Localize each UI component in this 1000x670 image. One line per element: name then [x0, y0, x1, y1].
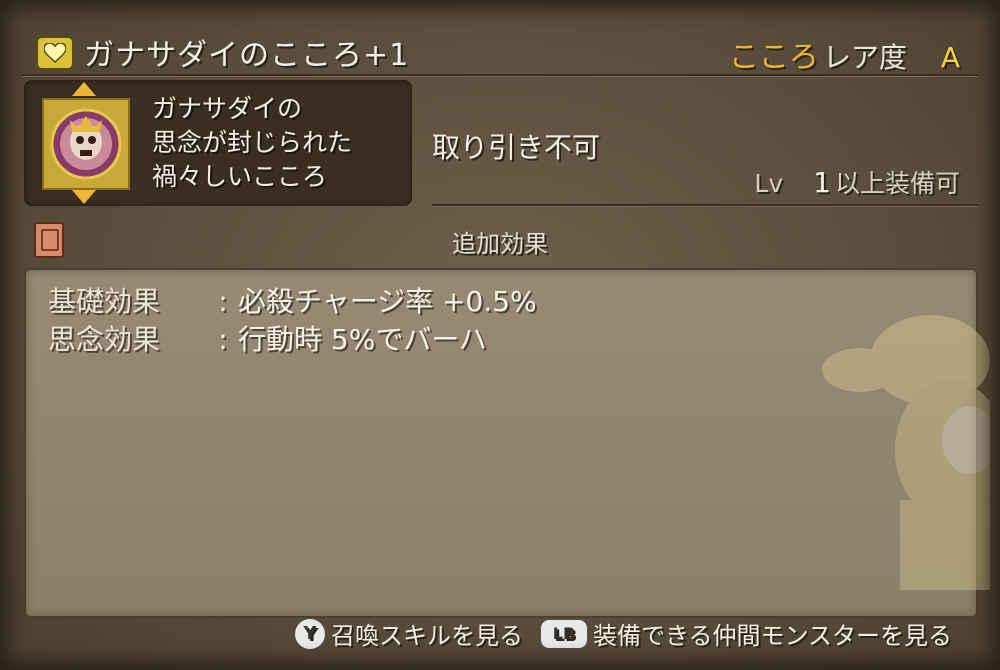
- rarity-grade: A: [940, 41, 960, 74]
- kokoro-portrait: [42, 98, 130, 190]
- level-suffix: 以上装備可: [834, 169, 960, 198]
- rarity: こころ レア度 A: [729, 32, 960, 76]
- y-button-icon[interactable]: Y: [294, 618, 325, 649]
- kokoro-label: こころ: [728, 40, 819, 75]
- kokoro-description: ガナサダイの 思念が封じられた 禍々しいこころ: [152, 92, 352, 194]
- equip-level: Lv 1 以上装備可: [754, 164, 960, 200]
- kokoro-detail-screen: ガナサダイのこころ+1 こころ レア度 A ガナサダイの 思念が封じられた 禍々…: [0, 0, 1000, 670]
- next-arrow-icon[interactable]: [72, 190, 96, 204]
- effect-value: 行動時 5%でバーハ: [238, 323, 487, 356]
- footer-hints: Y 召喚スキルを見る LB 装備できる仲間モンスターを見る: [294, 616, 952, 651]
- effect-label: 基礎効果: [48, 285, 161, 318]
- effect-row: 思念効果: 行動時 5%でバーハ: [48, 318, 487, 358]
- skull-emblem-icon: [50, 108, 122, 180]
- title-divider: [22, 74, 978, 76]
- effect-label: 思念効果: [48, 323, 161, 356]
- description-line: ガナサダイの: [152, 94, 303, 123]
- section-title: 追加効果: [452, 230, 548, 258]
- effect-separator: :: [218, 323, 228, 356]
- description-line: 禍々しいこころ: [152, 162, 328, 191]
- summon-skill-label: 召喚スキルを見る: [330, 622, 523, 650]
- effect-row: 基礎効果: 必殺チャージ率 +0.5%: [48, 280, 537, 320]
- level-prefix: Lv: [754, 169, 784, 198]
- background-monster-silhouette: [822, 315, 990, 590]
- heart-icon: [36, 36, 74, 70]
- equippable-monsters-label: 装備できる仲間モンスターを見る: [592, 622, 952, 650]
- effect-separator: :: [218, 285, 228, 318]
- equippable-monsters-hint[interactable]: LB 装備できる仲間モンスターを見る: [540, 616, 952, 651]
- info-divider: [432, 204, 978, 206]
- level-value: 1: [813, 166, 831, 199]
- effect-value: 必殺チャージ率 +0.5%: [238, 285, 537, 318]
- description-line: 思念が封じられた: [152, 128, 353, 157]
- trade-status: 取り引き不可: [432, 131, 601, 164]
- rarity-label: レア度: [822, 41, 907, 74]
- kokoro-card[interactable]: ガナサダイの 思念が封じられた 禍々しいこころ: [24, 80, 412, 206]
- title-row: ガナサダイのこころ+1 こころ レア度 A: [22, 22, 978, 76]
- lb-button-icon[interactable]: LB: [540, 619, 587, 648]
- previous-arrow-icon[interactable]: [72, 82, 96, 96]
- summon-skill-hint[interactable]: Y 召喚スキルを見る: [294, 616, 523, 651]
- item-name: ガナサダイのこころ+1: [84, 38, 410, 73]
